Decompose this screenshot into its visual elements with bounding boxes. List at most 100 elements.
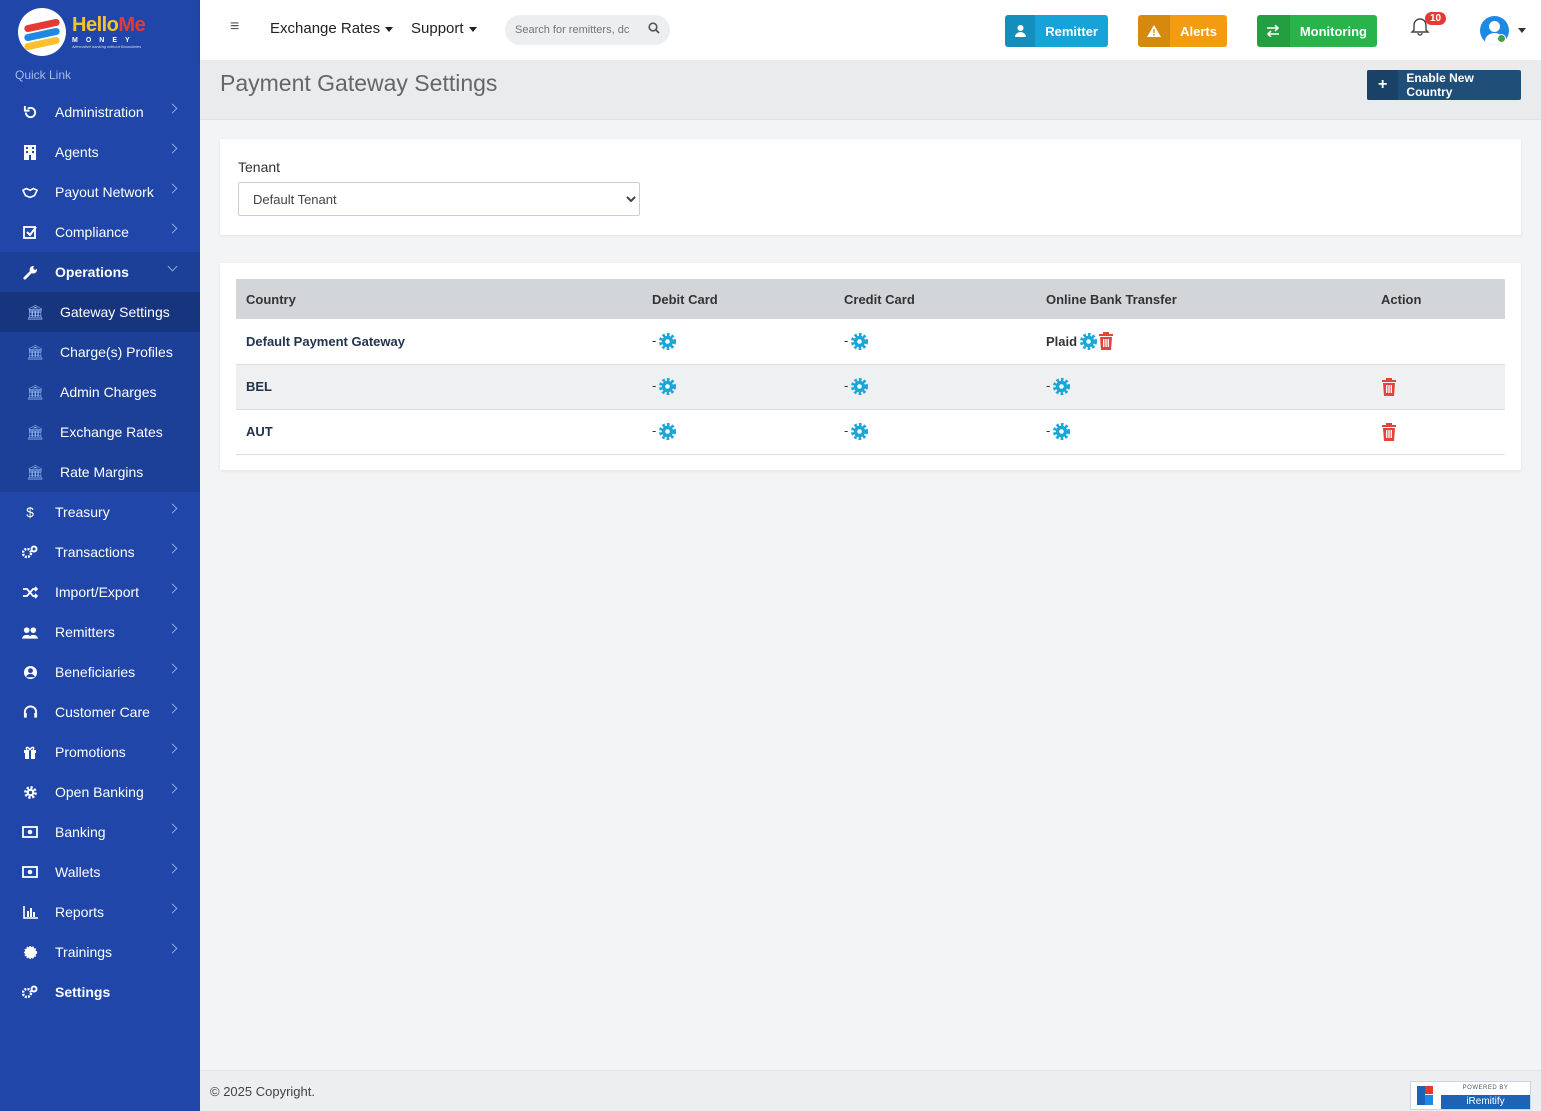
alerts-button[interactable]: Alerts [1138, 15, 1227, 47]
chevron-right-icon [167, 143, 178, 154]
powered-by-label: POWERED BY [1462, 1085, 1509, 1091]
sidebar-item-operations[interactable]: Operations [0, 252, 200, 292]
sidebar-item-label: Operations [55, 264, 129, 280]
chevron-right-icon [167, 743, 178, 754]
chevron-down-icon [167, 261, 178, 272]
sidebar-item-wallets[interactable]: Wallets [0, 852, 200, 892]
powered-by-badge[interactable]: POWERED BY iRemitify [1410, 1081, 1531, 1110]
bar-chart-icon [22, 904, 38, 920]
sidebar-item-administration[interactable]: Administration [0, 92, 200, 132]
sidebar-subitem-gateway-settings[interactable]: 🏛 Gateway Settings [0, 292, 200, 332]
building-icon [22, 144, 38, 160]
sidebar-item-reports[interactable]: Reports [0, 892, 200, 932]
sidebar-subitem-admin-charges[interactable]: 🏛 Admin Charges [0, 372, 200, 412]
country-cell: BEL [236, 364, 642, 410]
tenant-select[interactable]: Default Tenant [238, 182, 640, 216]
trash-icon[interactable] [1098, 332, 1114, 351]
gear-icon[interactable] [1052, 422, 1071, 441]
user-icon [1005, 15, 1036, 47]
sidebar-subitem-label: Gateway Settings [60, 304, 170, 320]
chevron-right-icon [167, 223, 178, 234]
debit-card-cell: - [642, 319, 834, 365]
sidebar-item-label: Remitters [55, 624, 115, 640]
sidebar-item-beneficiaries[interactable]: Beneficiaries [0, 652, 200, 692]
sidebar-item-trainings[interactable]: Trainings [0, 932, 200, 972]
chevron-right-icon [167, 183, 178, 194]
sidebar-item-transactions[interactable]: Transactions [0, 532, 200, 572]
debit-card-value: - [652, 377, 657, 393]
sidebar-item-open-banking[interactable]: Open Banking [0, 772, 200, 812]
column-header-online-bank-transfer: Online Bank Transfer [1036, 279, 1371, 319]
support-menu[interactable]: Support [411, 20, 477, 37]
action-cell [1371, 409, 1505, 455]
gateway-table: Country Debit Card Credit Card Online Ba… [236, 279, 1505, 455]
bank-icon: 🏛 [26, 463, 44, 480]
notification-badge: 10 [1425, 12, 1447, 25]
gear-icon[interactable] [850, 377, 869, 396]
wrench-icon [22, 264, 38, 280]
country-cell: Default Payment Gateway [236, 319, 642, 365]
footer: © 2025 Copyright. POWERED BY iRemitify [200, 1070, 1541, 1111]
users-icon [22, 624, 38, 640]
sidebar-item-compliance[interactable]: Compliance [0, 212, 200, 252]
sidebar-subitem-charges-profiles[interactable]: 🏛 Charge(s) Profiles [0, 332, 200, 372]
gear-icon[interactable] [658, 332, 677, 351]
gateway-table-panel: Country Debit Card Credit Card Online Ba… [220, 263, 1521, 470]
sidebar-item-payout-network[interactable]: Payout Network [0, 172, 200, 212]
gear-icon[interactable] [850, 422, 869, 441]
caret-down-icon [468, 26, 477, 32]
sidebar-item-label: Reports [55, 904, 105, 920]
exchange-rates-menu[interactable]: Exchange Rates [270, 20, 394, 37]
sidebar-item-label: Banking [55, 824, 106, 840]
chevron-right-icon [167, 783, 178, 794]
sidebar-item-promotions[interactable]: Promotions [0, 732, 200, 772]
search-icon[interactable] [648, 22, 660, 34]
gear-icon[interactable] [658, 377, 677, 396]
sidebar-item-import-export[interactable]: Import/Export [0, 572, 200, 612]
online-status-dot [1497, 34, 1506, 43]
caret-down-icon[interactable] [1518, 28, 1526, 33]
monitoring-button[interactable]: Monitoring [1257, 15, 1377, 47]
sidebar-item-agents[interactable]: Agents [0, 132, 200, 172]
search-input[interactable] [505, 15, 630, 45]
exchange-arrows-icon [1257, 15, 1290, 47]
sidebar-item-settings[interactable]: Settings [0, 972, 200, 1012]
sidebar-item-customer-care[interactable]: Customer Care [0, 692, 200, 732]
sidebar-subitem-label: Exchange Rates [60, 424, 163, 440]
sidebar-subitem-rate-margins[interactable]: 🏛 Rate Margins [0, 452, 200, 492]
chevron-right-icon [167, 863, 178, 874]
page-title: Payment Gateway Settings [220, 70, 498, 96]
sidebar-item-label: Promotions [55, 744, 126, 760]
gear-icon[interactable] [1052, 377, 1071, 396]
remitter-button[interactable]: Remitter [1005, 15, 1108, 47]
hamburger-menu-icon[interactable]: ≡ [230, 18, 239, 36]
chevron-right-icon [167, 503, 178, 514]
tenant-panel: Tenant Default Tenant [220, 139, 1521, 235]
chevron-right-icon [167, 103, 178, 114]
trash-icon[interactable] [1381, 422, 1397, 441]
cogs-icon [22, 544, 38, 560]
search-box [505, 15, 670, 45]
gear-icon[interactable] [1079, 332, 1098, 351]
sidebar-item-remitters[interactable]: Remitters [0, 612, 200, 652]
sidebar-item-banking[interactable]: Banking [0, 812, 200, 852]
sidebar-subitem-exchange-rates[interactable]: 🏛 Exchange Rates [0, 412, 200, 452]
bank-icon: 🏛 [26, 343, 44, 360]
enable-new-country-label: Enable New Country [1406, 71, 1474, 99]
trash-icon[interactable] [1381, 377, 1397, 396]
gear-icon[interactable] [850, 332, 869, 351]
brand-logo[interactable]: HelloMe MONEY Alternative banking withou… [0, 0, 200, 64]
sun-icon [22, 944, 38, 960]
logo-sub: MONEY [72, 37, 138, 44]
column-header-debit-card: Debit Card [642, 279, 834, 319]
top-navbar: ≡ Exchange Rates Support Remitter Alerts… [200, 0, 1541, 60]
support-menu-label: Support [411, 20, 464, 37]
sidebar-item-label: Agents [55, 144, 99, 160]
sidebar-item-label: Compliance [55, 224, 129, 240]
chevron-right-icon [167, 663, 178, 674]
table-row: Default Payment Gateway - - Plaid [236, 319, 1505, 365]
enable-new-country-button[interactable]: + Enable New Country [1367, 70, 1521, 100]
gear-icon[interactable] [658, 422, 677, 441]
sidebar-item-treasury[interactable]: $ Treasury [0, 492, 200, 532]
online-bank-transfer-value: - [1046, 422, 1051, 438]
